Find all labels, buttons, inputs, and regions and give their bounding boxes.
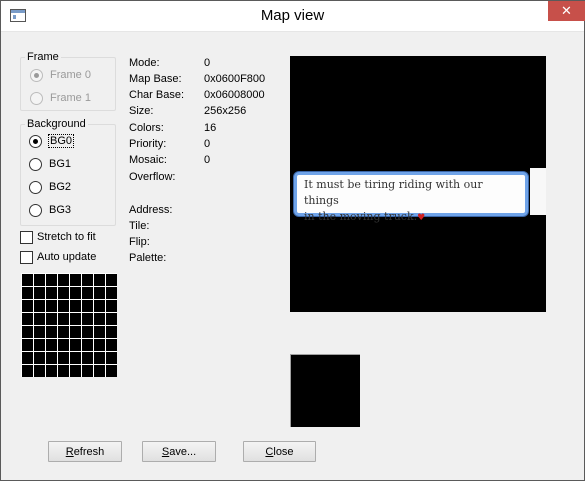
heart-icon: ♥ — [417, 213, 426, 223]
refresh-label-rest: efresh — [73, 446, 105, 458]
address-label: Address: — [129, 204, 173, 216]
size-label: Size: — [129, 105, 154, 117]
window-title: Map view — [260, 7, 325, 24]
tile-grid-preview[interactable] — [21, 273, 117, 377]
mosaic-value: 0 — [204, 154, 211, 166]
bg2-label: BG2 — [49, 181, 72, 193]
dialog-text: It must be tiring riding with our things… — [304, 177, 520, 226]
map-tile-strip — [530, 168, 546, 215]
radio-circle-icon — [29, 135, 42, 148]
flip-label: Flip: — [129, 236, 150, 248]
priority-value: 0 — [204, 138, 211, 150]
bg0-radio[interactable]: BG0 — [29, 133, 75, 149]
colors-label: Colors: — [129, 122, 164, 134]
stretch-to-fit-checkbox[interactable]: Stretch to fit — [20, 229, 96, 245]
dialog-line-1: It must be tiring riding with our things — [304, 178, 483, 207]
colors-value: 16 — [204, 122, 217, 134]
bg3-label: BG3 — [49, 204, 72, 216]
save-button[interactable]: Save... — [142, 441, 216, 462]
priority-label: Priority: — [129, 138, 167, 150]
bg0-label: BG0 — [47, 134, 75, 148]
bg3-radio[interactable]: BG3 — [29, 202, 71, 218]
tile-zoom-preview — [290, 354, 360, 427]
map-base-value: 0x0600F800 — [204, 73, 266, 85]
auto-update-label: Auto update — [37, 251, 97, 263]
tile-label: Tile: — [129, 220, 150, 232]
char-base-value: 0x06008000 — [204, 89, 265, 101]
save-label-rest: ave... — [169, 446, 197, 458]
mode-label: Mode: — [129, 57, 160, 69]
title-bar[interactable]: Map view ✕ — [1, 1, 585, 32]
radio-circle-icon — [29, 204, 42, 217]
radio-circle-icon — [29, 181, 42, 194]
close-button[interactable]: Close — [243, 441, 316, 462]
bg1-label: BG1 — [49, 158, 72, 170]
game-dialog-box: It must be tiring riding with our things… — [294, 172, 528, 223]
stretch-to-fit-label: Stretch to fit — [37, 231, 96, 243]
radio-circle-icon — [30, 92, 43, 105]
mode-value: 0 — [204, 57, 211, 69]
window-close-button[interactable]: ✕ — [548, 1, 585, 21]
frame-1-radio[interactable]: Frame 1 — [30, 90, 91, 106]
radio-circle-icon — [29, 158, 42, 171]
frame-0-radio[interactable]: Frame 0 — [30, 67, 91, 83]
bg1-radio[interactable]: BG1 — [29, 156, 71, 172]
refresh-button[interactable]: Refresh — [48, 441, 122, 462]
checkbox-box-icon — [20, 251, 33, 264]
map-base-label: Map Base: — [129, 73, 182, 85]
frame-group-legend: Frame — [27, 51, 59, 63]
map-view-window: Map view ✕ Frame Frame 0 Frame 1 Backgro… — [0, 0, 585, 481]
size-value: 256x256 — [204, 105, 247, 117]
overflow-label: Overflow: — [129, 171, 176, 183]
checkbox-box-icon — [20, 231, 33, 244]
auto-update-checkbox[interactable]: Auto update — [20, 249, 96, 265]
refresh-mnemonic: R — [65, 446, 74, 458]
frame-0-label: Frame 0 — [50, 69, 91, 81]
palette-label: Palette: — [129, 252, 167, 264]
close-label-rest: lose — [273, 446, 294, 458]
background-group-legend: Background — [27, 118, 86, 130]
frame-1-label: Frame 1 — [50, 92, 91, 104]
bg2-radio[interactable]: BG2 — [29, 179, 71, 195]
radio-circle-icon — [30, 69, 43, 82]
char-base-label: Char Base: — [129, 89, 185, 101]
dialog-line-2: in the moving truck. — [304, 210, 418, 223]
mosaic-label: Mosaic: — [129, 154, 167, 166]
map-canvas[interactable]: It must be tiring riding with our things… — [290, 56, 546, 312]
